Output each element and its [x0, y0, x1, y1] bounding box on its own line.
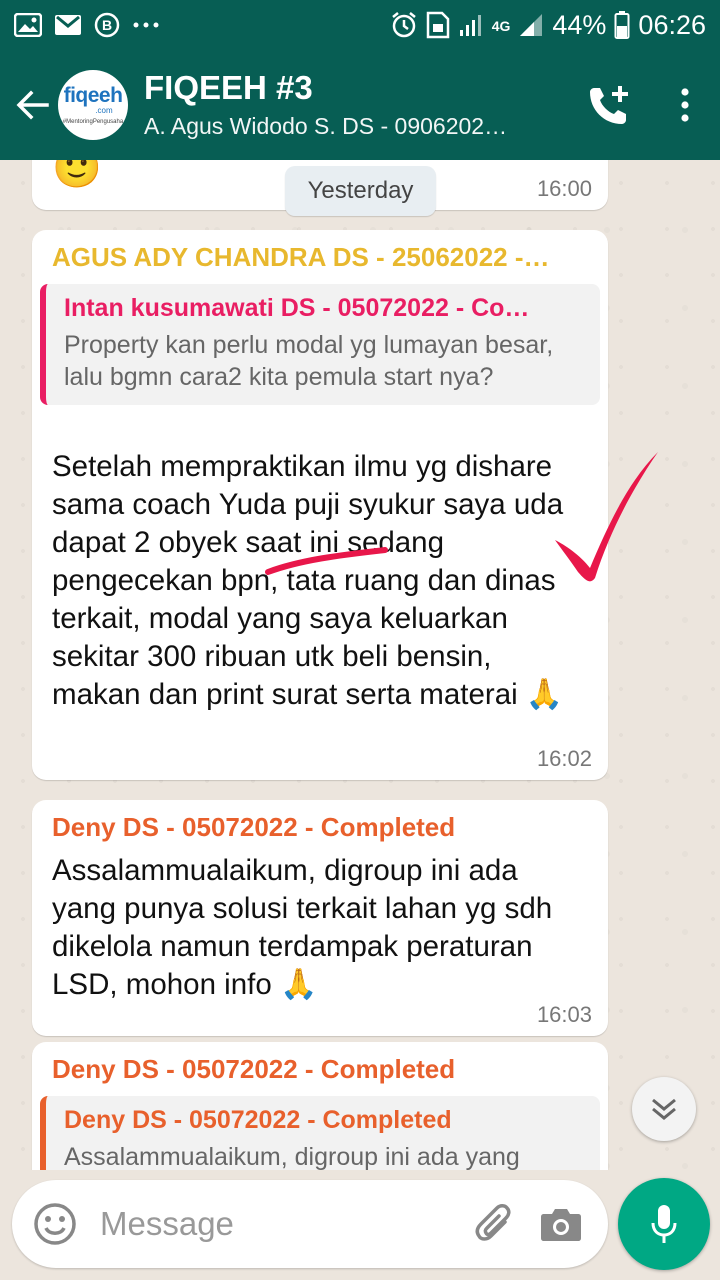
more-vertical-icon [681, 88, 689, 122]
voice-message-button[interactable] [618, 1178, 710, 1270]
message-bubble[interactable]: Deny DS - 05072022 - Completed Deny DS -… [32, 1042, 608, 1170]
phone-plus-icon [590, 86, 628, 124]
message-sender: Deny DS - 05072022 - Completed [52, 1054, 456, 1084]
add-call-button[interactable] [570, 50, 650, 160]
paperclip-icon [475, 1204, 511, 1241]
pray-emoji: 🙏 [279, 968, 318, 1001]
b-app-icon: B [94, 12, 120, 38]
arrow-left-icon [16, 90, 49, 120]
status-bar: B 4G 44% 06:26 [0, 0, 720, 50]
group-participants: A. Agus Widodo S. DS - 0906202… [144, 112, 508, 139]
quoted-sender: Deny DS - 05072022 - Completed [64, 1106, 452, 1134]
message-bubble[interactable]: Deny DS - 05072022 - Completed Assalammu… [32, 800, 608, 1036]
message-composer: Message [12, 1180, 608, 1268]
group-name: FIQEEH #3 [144, 69, 313, 107]
more-dots-icon [132, 21, 160, 29]
sim-icon [426, 11, 450, 39]
group-avatar[interactable]: fiqeeh .com #MentoringPengusaha [58, 70, 128, 140]
alarm-icon [390, 11, 418, 39]
message-sender: Deny DS - 05072022 - Completed [52, 812, 456, 842]
logo-tagline: #MentoringPengusaha [62, 119, 124, 125]
svg-text:B: B [102, 17, 112, 33]
message-text: Assalammualaikum, digroup ini ada yang p… [52, 854, 553, 1001]
logo-domain: .com [95, 106, 113, 115]
gallery-icon [14, 13, 42, 37]
microphone-icon [651, 1205, 677, 1243]
battery-percent: 44% [552, 9, 607, 40]
network-type-label: 4G [491, 17, 511, 34]
quoted-message[interactable]: Deny DS - 05072022 - Completed Assalammu… [40, 1096, 600, 1170]
quoted-text: Assalammualaikum, digroup ini ada yang [64, 1143, 520, 1170]
group-info[interactable]: FIQEEH #3 A. Agus Widodo S. DS - 0906202… [144, 70, 544, 139]
clock: 06:26 [638, 9, 706, 40]
message-time: 16:03 [536, 1002, 592, 1027]
camera-button[interactable] [528, 1180, 594, 1268]
camera-icon [541, 1209, 581, 1241]
scroll-to-bottom-button[interactable] [632, 1077, 696, 1141]
chat-header: fiqeeh .com #MentoringPengusaha FIQEEH #… [0, 50, 720, 160]
double-chevron-down-icon [652, 1098, 676, 1120]
message-input[interactable]: Message [100, 1205, 462, 1243]
fiqeeh-logo: fiqeeh [63, 84, 123, 107]
attach-button[interactable] [462, 1180, 528, 1268]
battery-icon [614, 11, 630, 39]
back-button[interactable] [4, 50, 60, 160]
overflow-menu-button[interactable] [650, 50, 720, 160]
signal-icon [518, 12, 544, 38]
chat-messages[interactable]: 🙂 16:00 Yesterday AGUS ADY CHANDRA DS - … [0, 160, 720, 1170]
gmail-icon [54, 14, 82, 36]
signal-icon [458, 12, 484, 38]
emoji-button[interactable] [22, 1180, 88, 1268]
emoji-icon [34, 1203, 76, 1245]
